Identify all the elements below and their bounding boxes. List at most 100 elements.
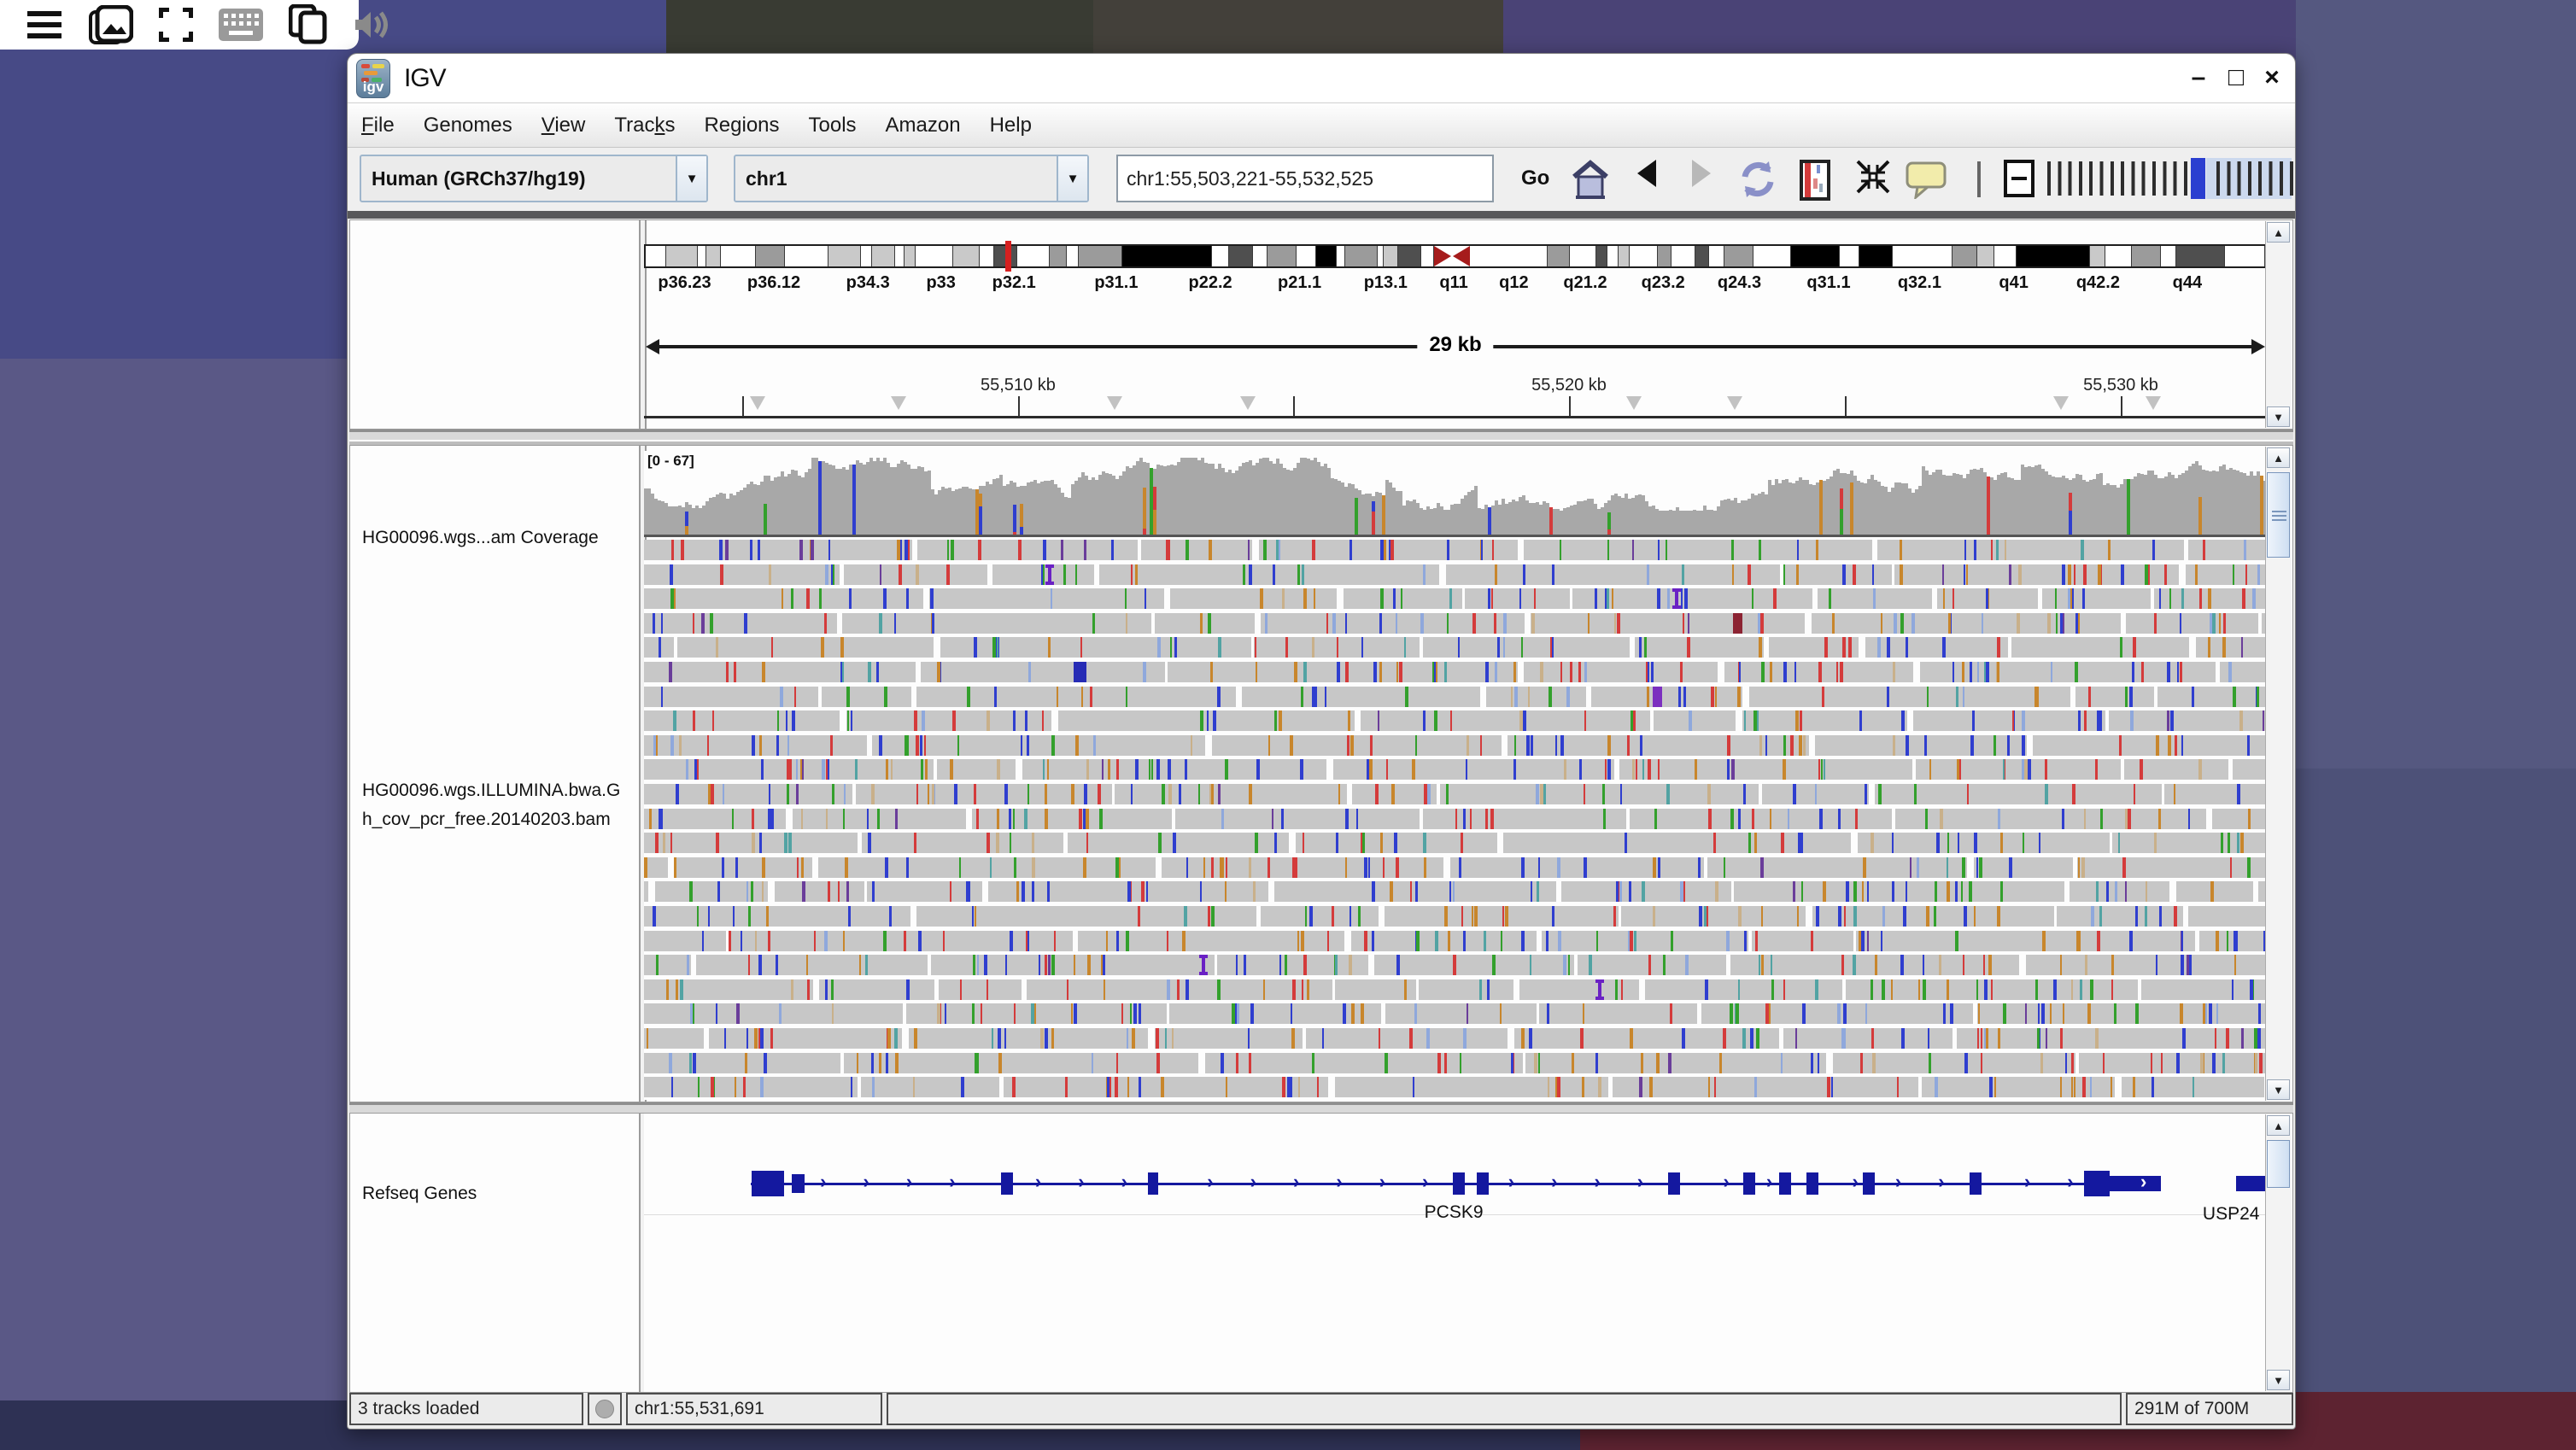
read[interactable] [644, 1028, 704, 1049]
read[interactable] [872, 735, 1205, 756]
read[interactable] [1440, 784, 1759, 804]
read[interactable] [988, 881, 1268, 902]
read[interactable] [1815, 735, 2027, 756]
copy-icon[interactable] [289, 4, 328, 45]
read[interactable] [1519, 979, 1639, 1000]
home-icon[interactable] [1569, 158, 1612, 201]
zoom-out-icon[interactable] [2004, 160, 2034, 197]
read[interactable] [644, 833, 858, 853]
read[interactable] [2141, 979, 2267, 1000]
read[interactable] [644, 881, 648, 902]
read[interactable] [1769, 637, 1859, 658]
read[interactable] [1423, 809, 1626, 829]
read[interactable] [2042, 588, 2151, 609]
fit-window-icon[interactable] [1854, 158, 1892, 196]
read[interactable] [2176, 881, 2253, 902]
scroll-down-icon[interactable]: ▼ [2267, 1370, 2290, 1390]
read[interactable] [916, 906, 1256, 927]
zoom-slider-ticks[interactable] [2213, 161, 2293, 196]
read[interactable] [856, 784, 1112, 804]
menu-item-view[interactable]: View [542, 114, 586, 137]
scroll-down-icon[interactable]: ▼ [2267, 406, 2290, 427]
screenshot-icon[interactable] [89, 5, 133, 44]
read[interactable] [1707, 857, 1967, 878]
read[interactable] [1724, 662, 1913, 682]
read[interactable] [906, 1003, 1167, 1024]
read[interactable] [861, 1077, 999, 1097]
read[interactable] [2026, 955, 2267, 975]
read[interactable] [1344, 588, 1462, 609]
scrollbar-thumb[interactable] [2267, 472, 2290, 558]
read[interactable] [644, 637, 674, 658]
read[interactable] [2233, 759, 2267, 780]
read[interactable] [644, 710, 840, 731]
read[interactable] [1296, 833, 1497, 853]
zoom-slider-ticks[interactable] [2044, 161, 2191, 196]
read[interactable] [2112, 833, 2267, 853]
read[interactable] [1561, 881, 1731, 902]
read[interactable] [1423, 637, 1630, 658]
read[interactable] [644, 955, 691, 975]
read[interactable] [1613, 1077, 1918, 1097]
read[interactable] [1524, 540, 1872, 560]
scrollbar[interactable]: ▲ ▼ [2265, 1114, 2291, 1391]
read[interactable] [1635, 637, 1764, 658]
read[interactable] [1212, 735, 1502, 756]
read[interactable] [1875, 784, 2162, 804]
read[interactable] [1274, 881, 1556, 902]
panel-splitter[interactable] [349, 430, 2293, 445]
read[interactable] [1385, 1003, 1537, 1024]
read[interactable] [644, 857, 668, 878]
read[interactable] [992, 564, 1094, 585]
go-button[interactable]: Go [1513, 160, 1558, 197]
read[interactable] [1374, 955, 1574, 975]
read[interactable] [644, 931, 726, 951]
alignment-track-label-line1[interactable]: HG00096.wgs.ILLUMINA.bwa.G [362, 781, 620, 801]
read[interactable] [1306, 1028, 1508, 1049]
title-bar[interactable]: igv IGV – □ × [348, 54, 2295, 103]
read[interactable] [1818, 588, 1932, 609]
read[interactable] [644, 540, 912, 560]
read[interactable] [1261, 613, 1525, 634]
read[interactable] [1503, 833, 1851, 853]
read[interactable] [655, 881, 768, 902]
read[interactable] [1539, 1003, 1697, 1024]
read[interactable] [2154, 588, 2267, 609]
read[interactable] [1894, 564, 2179, 585]
scroll-up-icon[interactable]: ▲ [2267, 447, 2290, 468]
menu-icon[interactable] [26, 9, 63, 40]
read[interactable] [1514, 1028, 1779, 1049]
read[interactable] [1865, 637, 2008, 658]
read[interactable] [1846, 979, 2138, 1000]
read[interactable] [1730, 955, 2019, 975]
read[interactable] [644, 613, 837, 634]
read[interactable] [842, 613, 1151, 634]
chromosome-ideogram[interactable] [644, 244, 2267, 268]
read[interactable] [1385, 906, 1619, 927]
read[interactable] [1630, 809, 1892, 829]
read[interactable] [696, 955, 928, 975]
read[interactable] [1446, 564, 1780, 585]
menu-item-regions[interactable]: Regions [704, 114, 779, 137]
zoom-slider-thumb[interactable] [2191, 158, 2205, 199]
fullscreen-icon[interactable] [159, 8, 193, 42]
read[interactable] [775, 881, 864, 902]
read[interactable] [1335, 979, 1416, 1000]
read[interactable] [1170, 588, 1337, 609]
read[interactable] [1155, 613, 1255, 634]
read[interactable] [867, 881, 982, 902]
read[interactable] [1004, 1077, 1328, 1097]
read[interactable] [1169, 1003, 1381, 1024]
read[interactable] [939, 979, 1022, 1000]
read[interactable] [1591, 687, 1742, 707]
menu-item-help[interactable]: Help [990, 114, 1032, 137]
locus-input[interactable] [1116, 155, 1494, 202]
read[interactable] [1333, 759, 1614, 780]
coverage-track-label[interactable]: HG00096.wgs...am Coverage [362, 528, 599, 548]
read[interactable] [940, 637, 1251, 658]
read[interactable] [644, 1077, 858, 1097]
read[interactable] [1242, 687, 1480, 707]
read[interactable] [2057, 906, 2183, 927]
read[interactable] [2188, 906, 2267, 927]
read[interactable] [644, 784, 852, 804]
